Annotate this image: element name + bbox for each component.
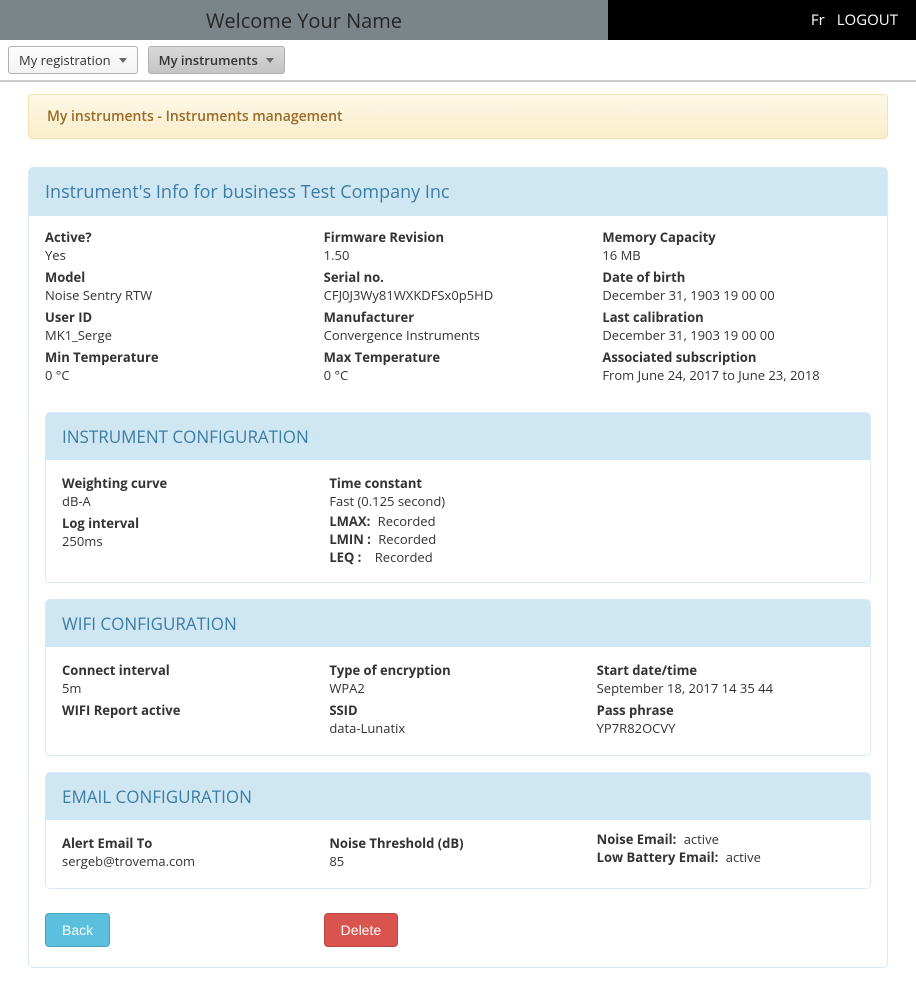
dob-value: December 31, 1903 19 00 00	[602, 286, 871, 304]
menubar: My registration My instruments	[0, 40, 916, 82]
noise-threshold-value: 85	[329, 852, 586, 870]
alert-email-value: sergeb@trovema.com	[62, 852, 319, 870]
connect-interval-label: Connect interval	[62, 661, 319, 679]
topbar: Welcome Your Name Fr LOGOUT	[0, 0, 916, 40]
wifi-col-2: Type of encryption WPA2 SSID data-Lunati…	[329, 657, 586, 739]
lmin-value: Recorded	[378, 530, 436, 548]
maxtemp-value: 0 °C	[324, 366, 593, 384]
content: My instruments - Instruments management …	[0, 94, 916, 996]
subscription-label: Associated subscription	[602, 348, 871, 366]
menu-label: My registration	[19, 51, 111, 69]
mintemp-value: 0 °C	[45, 366, 314, 384]
email-col-3: Noise Email: active Low Battery Email: a…	[597, 830, 854, 872]
chevron-down-icon	[266, 58, 274, 63]
memory-label: Memory Capacity	[602, 228, 871, 246]
instrument-info: Active? Yes Model Noise Sentry RTW User …	[29, 216, 887, 402]
manufacturer-label: Manufacturer	[324, 308, 593, 326]
info-col-1: Active? Yes Model Noise Sentry RTW User …	[45, 224, 314, 386]
timeconstant-label: Time constant	[329, 474, 586, 492]
passphrase-value: YP7R82OCVY	[597, 719, 854, 737]
weighting-value: dB-A	[62, 492, 319, 510]
loginterval-value: 250ms	[62, 532, 319, 550]
email-config-header: EMAIL CONFIGURATION	[46, 773, 870, 820]
noise-threshold-label: Noise Threshold (dB)	[329, 834, 586, 852]
language-link[interactable]: Fr	[811, 10, 825, 30]
dob-label: Date of birth	[602, 268, 871, 286]
menu-my-instruments[interactable]: My instruments	[148, 46, 285, 74]
firmware-value: 1.50	[324, 246, 593, 264]
wifi-config-panel: WIFI CONFIGURATION Connect interval 5m W…	[45, 599, 871, 756]
action-buttons: Back Delete	[45, 913, 871, 947]
userid-value: MK1_Serge	[45, 326, 314, 344]
model-label: Model	[45, 268, 314, 286]
manufacturer-value: Convergence Instruments	[324, 326, 593, 344]
userid-label: User ID	[45, 308, 314, 326]
lmax-label: LMAX:	[329, 512, 370, 530]
info-col-2: Firmware Revision 1.50 Serial no. CFJ0J3…	[324, 224, 593, 386]
memory-value: 16 MB	[602, 246, 871, 264]
startdate-label: Start date/time	[597, 661, 854, 679]
email-config-panel: EMAIL CONFIGURATION Alert Email To serge…	[45, 772, 871, 889]
noise-email-value: active	[684, 830, 719, 848]
passphrase-label: Pass phrase	[597, 701, 854, 719]
wifi-config-header: WIFI CONFIGURATION	[46, 600, 870, 647]
instr-conf-col-1: Weighting curve dB-A Log interval 250ms	[62, 470, 319, 566]
instrument-config-panel: INSTRUMENT CONFIGURATION Weighting curve…	[45, 412, 871, 583]
logout-link[interactable]: LOGOUT	[837, 10, 898, 30]
menu-my-registration[interactable]: My registration	[8, 46, 138, 74]
low-battery-email-label: Low Battery Email:	[597, 848, 719, 866]
leq-label: LEQ :	[329, 548, 361, 566]
breadcrumb: My instruments - Instruments management	[28, 94, 888, 139]
back-button[interactable]: Back	[45, 913, 110, 947]
instrument-config-header: INSTRUMENT CONFIGURATION	[46, 413, 870, 460]
firmware-label: Firmware Revision	[324, 228, 593, 246]
model-value: Noise Sentry RTW	[45, 286, 314, 304]
maxtemp-label: Max Temperature	[324, 348, 593, 366]
connect-interval-value: 5m	[62, 679, 319, 697]
lastcal-label: Last calibration	[602, 308, 871, 326]
startdate-value: September 18, 2017 14 35 44	[597, 679, 854, 697]
chevron-down-icon	[119, 58, 127, 63]
info-col-3: Memory Capacity 16 MB Date of birth Dece…	[602, 224, 871, 386]
noise-email-label: Noise Email:	[597, 830, 677, 848]
lastcal-value: December 31, 1903 19 00 00	[602, 326, 871, 344]
instr-conf-col-2: Time constant Fast (0.125 second) LMAX: …	[329, 470, 586, 566]
subscription-value: From June 24, 2017 to June 23, 2018	[602, 366, 871, 384]
email-col-2: Noise Threshold (dB) 85	[329, 830, 586, 872]
main-panel: Instrument's Info for business Test Comp…	[28, 167, 888, 968]
email-col-1: Alert Email To sergeb@trovema.com	[62, 830, 319, 872]
encryption-value: WPA2	[329, 679, 586, 697]
menu-label: My instruments	[159, 51, 258, 69]
timeconstant-value: Fast (0.125 second)	[329, 492, 586, 510]
ssid-label: SSID	[329, 701, 586, 719]
welcome-banner: Welcome Your Name	[0, 0, 608, 40]
mintemp-label: Min Temperature	[45, 348, 314, 366]
lmax-value: Recorded	[378, 512, 436, 530]
loginterval-label: Log interval	[62, 514, 319, 532]
weighting-label: Weighting curve	[62, 474, 319, 492]
main-panel-header: Instrument's Info for business Test Comp…	[29, 168, 887, 216]
serial-value: CFJ0J3Wy81WXKDFSx0p5HD	[324, 286, 593, 304]
delete-button[interactable]: Delete	[324, 913, 398, 947]
wifi-col-1: Connect interval 5m WIFI Report active	[62, 657, 319, 739]
wifi-col-3: Start date/time September 18, 2017 14 35…	[597, 657, 854, 739]
low-battery-email-value: active	[726, 848, 761, 866]
lmin-label: LMIN :	[329, 530, 371, 548]
alert-email-label: Alert Email To	[62, 834, 319, 852]
serial-label: Serial no.	[324, 268, 593, 286]
ssid-value: data-Lunatix	[329, 719, 586, 737]
wifi-report-label: WIFI Report active	[62, 701, 319, 719]
active-value: Yes	[45, 246, 314, 264]
topbar-links: Fr LOGOUT	[811, 0, 916, 40]
encryption-label: Type of encryption	[329, 661, 586, 679]
leq-value: Recorded	[375, 548, 433, 566]
active-label: Active?	[45, 228, 314, 246]
